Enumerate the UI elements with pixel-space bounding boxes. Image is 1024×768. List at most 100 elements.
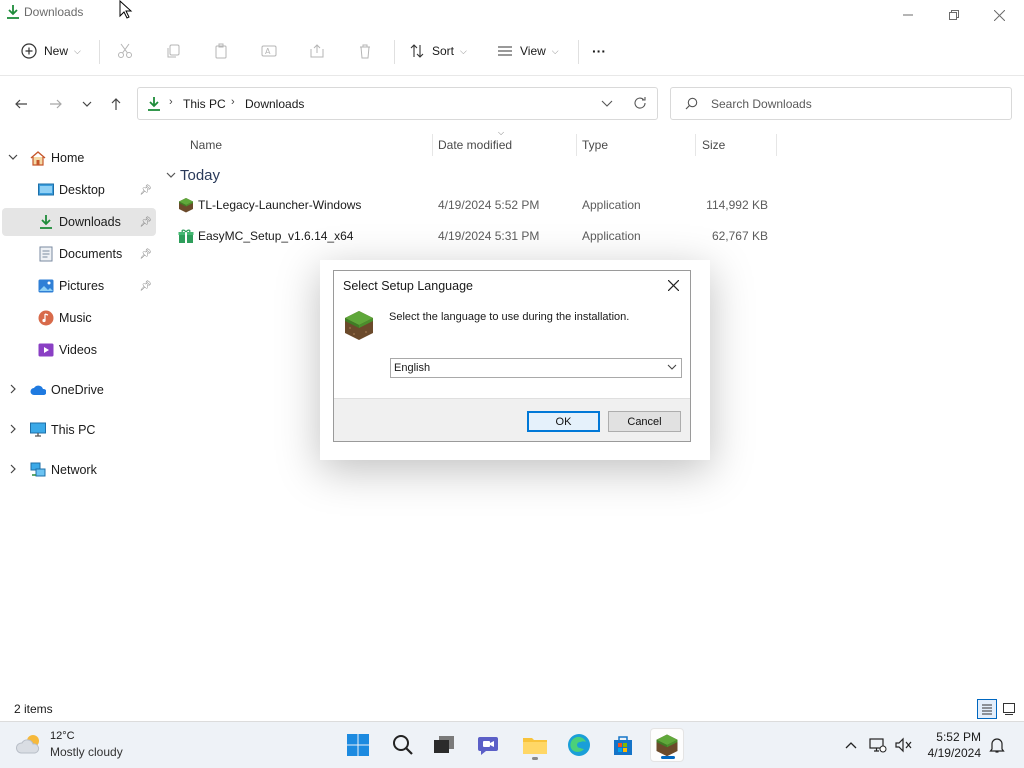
restore-button[interactable] [931, 0, 977, 30]
sidebar-item-this-pc[interactable]: This PC [2, 416, 156, 444]
chevron-down-icon: ⌵ [551, 45, 559, 56]
sidebar-item-label: Desktop [59, 183, 105, 197]
paste-button[interactable] [212, 38, 230, 64]
store-bag-icon [614, 736, 632, 755]
file-date: 4/19/2024 5:52 PM [438, 198, 540, 212]
sidebar-item-music[interactable]: Music [2, 304, 156, 332]
address-bar[interactable]: › This PC › Downloads [137, 87, 658, 120]
file-date: 4/19/2024 5:31 PM [438, 229, 540, 243]
pictures-icon [38, 278, 54, 294]
back-button[interactable] [10, 93, 32, 115]
notification-icon [989, 738, 1005, 753]
up-button[interactable] [105, 93, 127, 115]
show-hidden-icons-button[interactable] [842, 736, 860, 754]
clock-date[interactable]: 4/19/2024 [928, 746, 981, 760]
grass-block-icon [343, 309, 375, 341]
close-window-button[interactable] [976, 0, 1022, 30]
file-row[interactable]: TL-Legacy-Launcher-Windows 4/19/2024 5:5… [170, 191, 780, 219]
scissors-icon [116, 42, 134, 60]
file-explorer-taskbar-button[interactable] [518, 728, 552, 762]
start-button[interactable] [341, 728, 375, 762]
forward-button[interactable] [45, 93, 67, 115]
cancel-button[interactable]: Cancel [608, 411, 681, 432]
column-divider[interactable] [695, 134, 696, 156]
column-header-size[interactable]: Size [702, 138, 725, 152]
sidebar-item-onedrive[interactable]: OneDrive [2, 376, 156, 404]
edge-icon [568, 734, 590, 756]
volume-tray-button[interactable] [895, 736, 913, 754]
minecraft-launcher-taskbar-button[interactable] [650, 728, 684, 762]
teams-chat-button[interactable] [472, 728, 506, 762]
sidebar-item-network[interactable]: Network [2, 456, 156, 484]
chevron-right-icon[interactable] [8, 464, 18, 477]
weather-temperature[interactable]: 12°C [50, 730, 75, 742]
chevron-right-icon[interactable] [8, 424, 18, 437]
column-header-name[interactable]: Name [190, 138, 222, 152]
breadcrumb-this-pc[interactable]: This PC [183, 97, 226, 111]
weather-cloud-icon[interactable] [15, 733, 44, 758]
dialog-close-button[interactable] [664, 276, 682, 294]
sidebar-item-pictures[interactable]: Pictures 📌︎ [2, 272, 156, 300]
rename-button[interactable]: A [260, 38, 278, 64]
network-tray-button[interactable] [869, 736, 887, 754]
notifications-button[interactable] [988, 736, 1006, 754]
onedrive-icon [30, 382, 46, 398]
navigation-pane: Home Desktop 📌︎ Downloads 📌︎ Documents 📌… [0, 140, 160, 695]
share-button[interactable] [308, 38, 326, 64]
task-view-button[interactable] [427, 728, 461, 762]
view-button[interactable]: View ⌵ [496, 38, 559, 64]
breadcrumb-downloads[interactable]: Downloads [245, 97, 304, 111]
chevron-down-icon[interactable] [166, 170, 176, 183]
clipboard-icon [212, 42, 230, 60]
weather-description[interactable]: Mostly cloudy [50, 745, 123, 759]
new-label: New [44, 44, 69, 58]
more-options-button[interactable]: ··· [592, 38, 606, 64]
tiles-view-button[interactable] [999, 699, 1019, 719]
taskbar-search-button[interactable] [386, 728, 420, 762]
column-divider[interactable] [432, 134, 433, 156]
file-name: TL-Legacy-Launcher-Windows [198, 198, 362, 212]
address-dropdown-button[interactable] [601, 97, 613, 112]
minimize-button[interactable] [885, 0, 931, 30]
speaker-muted-icon [895, 737, 912, 753]
column-header-date[interactable]: Date modified [438, 138, 512, 152]
delete-button[interactable] [356, 38, 374, 64]
copy-button[interactable] [164, 38, 182, 64]
sidebar-item-downloads[interactable]: Downloads 📌︎ [2, 208, 156, 236]
search-box[interactable]: Search Downloads [670, 87, 1012, 120]
music-icon [38, 310, 54, 326]
new-button[interactable]: New ⌵ [20, 38, 81, 64]
sidebar-item-home[interactable]: Home [2, 144, 156, 172]
sidebar-item-documents[interactable]: Documents 📌︎ [2, 240, 156, 268]
recent-locations-button[interactable] [76, 93, 98, 115]
sidebar-item-label: This PC [51, 423, 96, 437]
command-bar: New ⌵ A Sort ⌵ View ⌵ ··· [0, 30, 1024, 76]
divider [578, 40, 579, 64]
copy-icon [164, 42, 182, 60]
svg-text:A: A [265, 47, 271, 56]
videos-icon [38, 342, 54, 358]
language-select[interactable]: English [390, 358, 682, 378]
chevron-down-icon[interactable] [8, 152, 18, 165]
sort-button[interactable]: Sort ⌵ [408, 38, 467, 64]
clock-time[interactable]: 5:52 PM [936, 730, 981, 744]
details-view-button[interactable] [977, 699, 997, 719]
ok-button[interactable]: OK [527, 411, 600, 432]
file-row[interactable]: EasyMC_Setup_v1.6.14_x64 4/19/2024 5:31 … [170, 222, 780, 250]
refresh-button[interactable] [633, 96, 647, 113]
chevron-down-icon [82, 101, 92, 107]
file-size: 62,767 KB [711, 229, 768, 243]
group-header-today[interactable]: Today [180, 167, 220, 184]
window-title: Downloads [24, 5, 84, 19]
chevron-right-icon[interactable] [8, 384, 18, 397]
cut-button[interactable] [116, 38, 134, 64]
home-icon [30, 150, 46, 166]
column-header-type[interactable]: Type [582, 138, 608, 152]
sidebar-item-videos[interactable]: Videos [2, 336, 156, 364]
sidebar-item-desktop[interactable]: Desktop 📌︎ [2, 176, 156, 204]
column-divider[interactable] [576, 134, 577, 156]
microsoft-store-button[interactable] [606, 728, 640, 762]
column-divider[interactable] [776, 134, 777, 156]
edge-browser-button[interactable] [562, 728, 596, 762]
chevron-up-icon [845, 742, 857, 749]
